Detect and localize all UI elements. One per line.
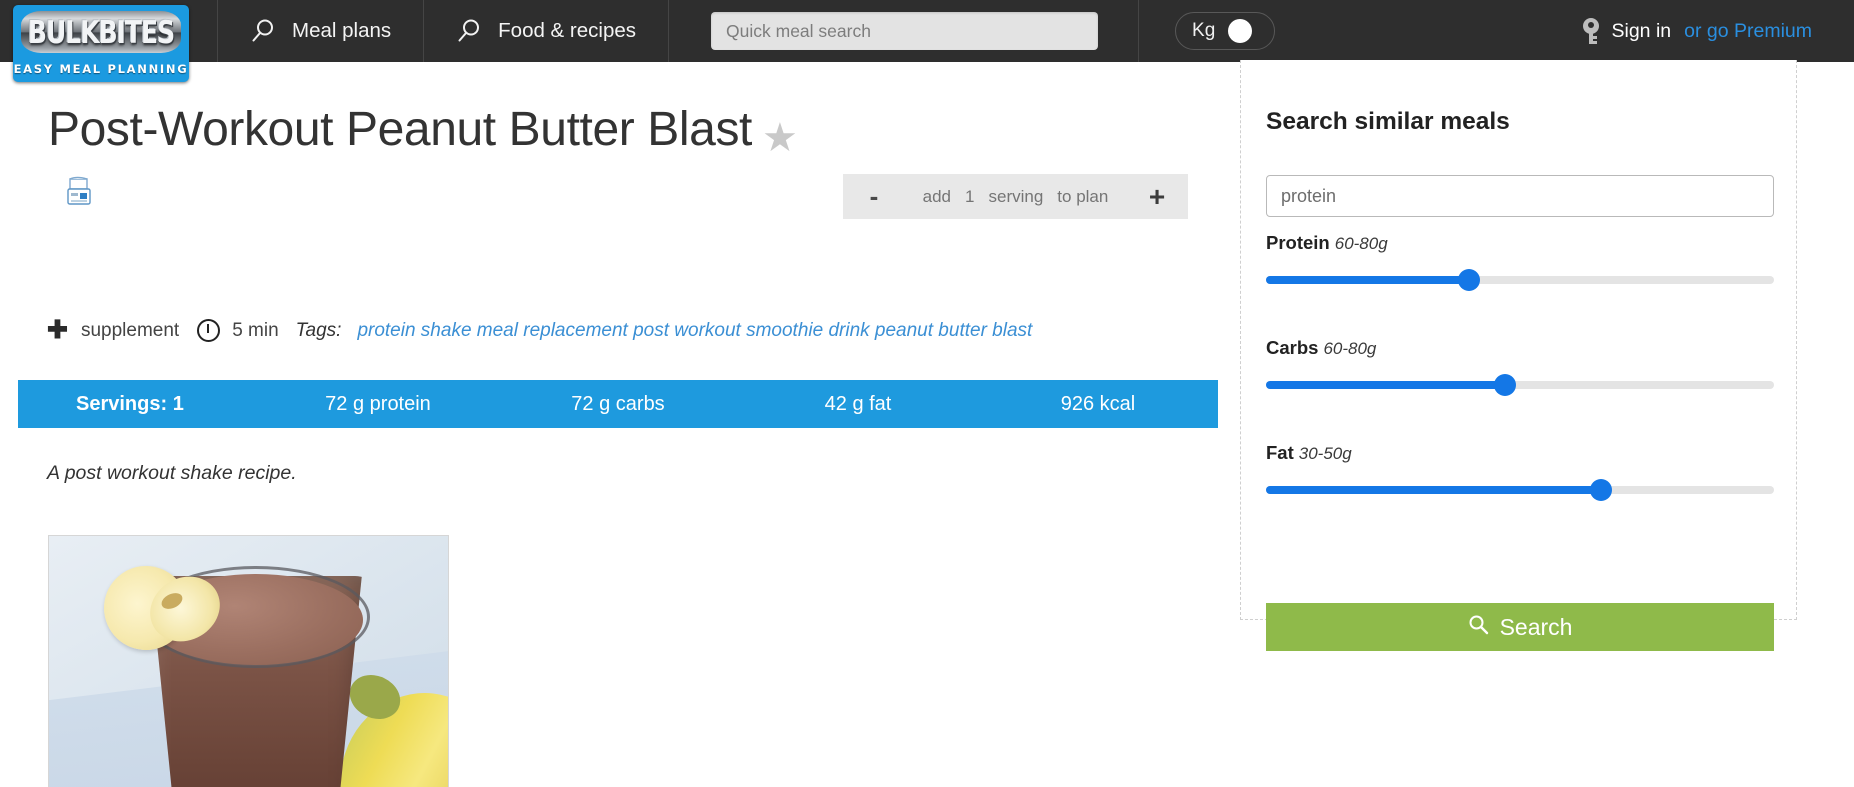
tags-links[interactable]: protein shake meal replacement post work… [357,320,1032,342]
quick-search-cell [669,0,1140,62]
nutrition-calories: 926 kcal [1060,392,1136,415]
fat-slider-track[interactable] [1266,479,1774,501]
serving-stepper-label: add 1 serving to plan [905,187,1126,207]
account-area: Sign in or go Premium [1582,0,1854,62]
fat-slider-label: Fat 30-50g [1266,442,1774,464]
page-title: Post-Workout Peanut Butter Blast ★ [48,102,808,215]
unit-toggle-cell: Kg [1139,0,1311,62]
unit-toggle-label: Kg [1192,20,1216,41]
clock-icon [197,319,221,342]
search-icon [456,18,482,44]
logo-cell: BULKBITES EASY MEAL PLANNING [0,0,218,82]
go-premium-link[interactable]: or go Premium [1684,20,1812,43]
serving-stepper: - add 1 serving to plan + [843,174,1188,219]
logo-plate: BULKBITES [19,9,183,55]
recipe-photo [48,535,449,787]
fat-range-text: 30-50g [1298,444,1352,463]
recipe-time: 5 min [232,319,279,341]
nutrition-fat: 42 g fat [824,392,892,415]
nav-item-food-recipes[interactable]: Food & recipes [424,0,670,62]
search-button-label: Search [1499,613,1573,640]
carbs-slider-fill [1266,381,1505,389]
nutrition-carbs: 72 g carbs [571,392,665,415]
fat-slider-group: Fat 30-50g [1266,442,1774,501]
serving-to-plan: to plan [1057,186,1109,206]
serving-count: 1 [965,186,975,206]
serving-unit: serving [988,186,1044,206]
carbs-slider-group: Carbs 60-80g [1266,337,1774,396]
nutrition-protein: 72 g protein [325,392,431,415]
nav-item-label: Meal plans [292,19,392,42]
protein-slider-fill [1266,276,1470,284]
protein-slider-knob[interactable] [1458,269,1481,291]
carbs-label-text: Carbs [1266,337,1319,358]
protein-label-text: Protein [1266,232,1330,253]
title-row: Post-Workout Peanut Butter Blast ★ [48,102,808,215]
serving-add-label: add [922,186,952,206]
fat-label-text: Fat [1266,442,1294,463]
plus-icon: ✚ [47,316,68,344]
sign-in-link[interactable]: Sign in [1612,20,1672,43]
recipe-category: supplement [80,319,180,341]
decrease-serving-button[interactable]: - [843,181,905,212]
carbs-slider-knob[interactable] [1493,374,1516,396]
protein-range-text: 60-80g [1334,234,1388,253]
print-icon[interactable] [62,165,96,205]
protein-slider-group: Protein 60-80g [1266,232,1774,291]
quick-search-input[interactable] [711,12,1099,50]
tags-label: Tags: [295,319,342,341]
page-root: BULKBITES EASY MEAL PLANNING Meal plans [0,0,1854,787]
fat-slider-knob[interactable] [1590,479,1613,501]
nav-item-label: Food & recipes [498,19,637,42]
fat-slider-fill [1266,486,1602,494]
carbs-slider-track[interactable] [1266,374,1774,396]
carbs-slider-label: Carbs 60-80g [1266,337,1774,359]
logo-wordmark: BULKBITES [27,13,175,51]
similar-search-input[interactable] [1266,175,1774,217]
increase-serving-button[interactable]: + [1126,181,1188,213]
carbs-range-text: 60-80g [1323,339,1377,358]
main-area: Post-Workout Peanut Butter Blast ★ - add… [0,60,1854,787]
protein-slider-label: Protein 60-80g [1266,232,1774,254]
recipe-description: A post workout shake recipe. [47,462,297,484]
star-icon[interactable]: ★ [762,118,800,158]
unit-toggle[interactable]: Kg [1175,12,1276,50]
unit-toggle-knob[interactable] [1228,19,1253,43]
nutrition-summary-bar: Servings: 1 72 g protein 72 g carbs 42 g… [18,380,1218,428]
search-icon [1468,614,1489,641]
top-navigation-bar: BULKBITES EASY MEAL PLANNING Meal plans [0,0,1854,82]
search-button[interactable]: Search [1266,603,1774,651]
recipe-meta-row: ✚ supplement 5 min Tags: protein shake m… [47,318,1032,343]
nav-item-meal-plans[interactable]: Meal plans [218,0,425,62]
protein-slider-track[interactable] [1266,269,1774,291]
search-icon [250,18,276,44]
key-icon [1582,18,1599,44]
recipe-title-text: Post-Workout Peanut Butter Blast [48,103,752,156]
similar-meals-panel: Search similar meals Protein60-80g Carbs… [1240,60,1797,651]
nutrition-servings: Servings: 1 [76,392,184,415]
sidebar-title: Search similar meals [1266,108,1510,135]
